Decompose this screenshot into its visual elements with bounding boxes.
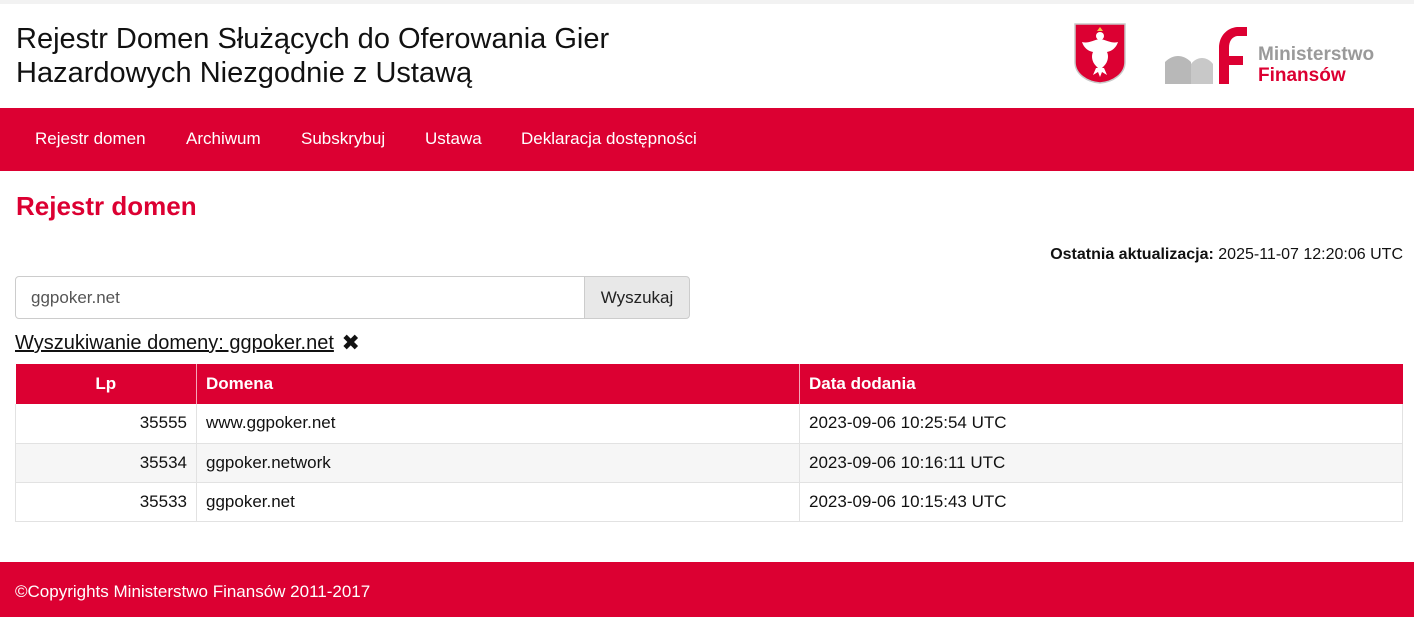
cell-data-dodania: 2023-09-06 10:15:43 UTC bbox=[799, 482, 1403, 522]
nav-item-rejestr-domen[interactable]: Rejestr domen bbox=[35, 129, 146, 149]
logo-line2: Finansów bbox=[1258, 65, 1346, 86]
nav-item-ustawa[interactable]: Ustawa bbox=[425, 129, 482, 149]
nav-item-deklaracja[interactable]: Deklaracja dostępności bbox=[521, 129, 697, 149]
table-row: 35534 ggpoker.network 2023-09-06 10:16:1… bbox=[15, 443, 1403, 483]
site-header: Rejestr Domen Służących do Oferowania Gi… bbox=[0, 4, 1414, 108]
cell-data-dodania: 2023-09-06 10:16:11 UTC bbox=[799, 443, 1403, 483]
column-header-data-dodania: Data dodania bbox=[799, 364, 1403, 404]
ministry-logo-text: Ministerstwo Finansów bbox=[1258, 44, 1374, 86]
cell-domena: ggpoker.network bbox=[196, 443, 800, 483]
nav-item-subskrybuj[interactable]: Subskrybuj bbox=[301, 129, 385, 149]
site-title-line2: Hazardowych Niezgodnie z Ustawą bbox=[16, 57, 473, 89]
site-title-line1: Rejestr Domen Służących do Oferowania Gi… bbox=[16, 23, 610, 55]
search-input[interactable] bbox=[15, 276, 585, 319]
logo-line1: Ministerstwo bbox=[1258, 44, 1375, 65]
cell-lp: 35555 bbox=[15, 404, 197, 444]
column-header-domena: Domena bbox=[196, 364, 800, 404]
footer-copyright: ©Copyrights Ministerstwo Finansów 2011-2… bbox=[15, 582, 371, 601]
cell-domena: www.ggpoker.net bbox=[196, 404, 800, 444]
page-title: Rejestr domen bbox=[16, 191, 197, 221]
main-nav: Rejestr domen Archiwum Subskrybuj Ustawa… bbox=[0, 108, 1414, 171]
site-footer: ©Copyrights Ministerstwo Finansów 2011-2… bbox=[0, 562, 1414, 617]
column-header-lp: Lp bbox=[15, 364, 197, 404]
ministry-logo[interactable]: Ministerstwo Finansów bbox=[1163, 22, 1393, 92]
mf-logo-icon bbox=[1165, 27, 1247, 84]
table-row: 35533 ggpoker.net 2023-09-06 10:15:43 UT… bbox=[15, 482, 1403, 522]
last-update-value: 2025-11-07 12:20:06 UTC bbox=[1218, 246, 1403, 263]
search-button[interactable]: Wyszukaj bbox=[584, 276, 690, 319]
cell-data-dodania: 2023-09-06 10:25:54 UTC bbox=[799, 404, 1403, 444]
cell-lp: 35534 bbox=[15, 443, 197, 483]
search-info: Wyszukiwanie domeny: ggpoker.net ✖ bbox=[15, 330, 360, 356]
domain-table: Lp Domena Data dodania 35555 www.ggpoker… bbox=[15, 364, 1403, 522]
search-info-link[interactable]: Wyszukiwanie domeny: ggpoker.net bbox=[15, 332, 334, 354]
table-row: 35555 www.ggpoker.net 2023-09-06 10:25:5… bbox=[15, 404, 1403, 444]
polish-eagle-emblem-icon bbox=[1074, 23, 1126, 84]
last-update: Ostatnia aktualizacja: 2025-11-07 12:20:… bbox=[1050, 246, 1403, 264]
cell-domena: ggpoker.net bbox=[196, 482, 800, 522]
clear-search-icon[interactable]: ✖ bbox=[341, 330, 359, 356]
table-header-row: Lp Domena Data dodania bbox=[15, 364, 1403, 404]
cell-lp: 35533 bbox=[15, 482, 197, 522]
last-update-label: Ostatnia aktualizacja: bbox=[1050, 246, 1214, 263]
nav-item-archiwum[interactable]: Archiwum bbox=[186, 129, 261, 149]
site-title: Rejestr Domen Służących do Oferowania Gi… bbox=[16, 22, 716, 90]
